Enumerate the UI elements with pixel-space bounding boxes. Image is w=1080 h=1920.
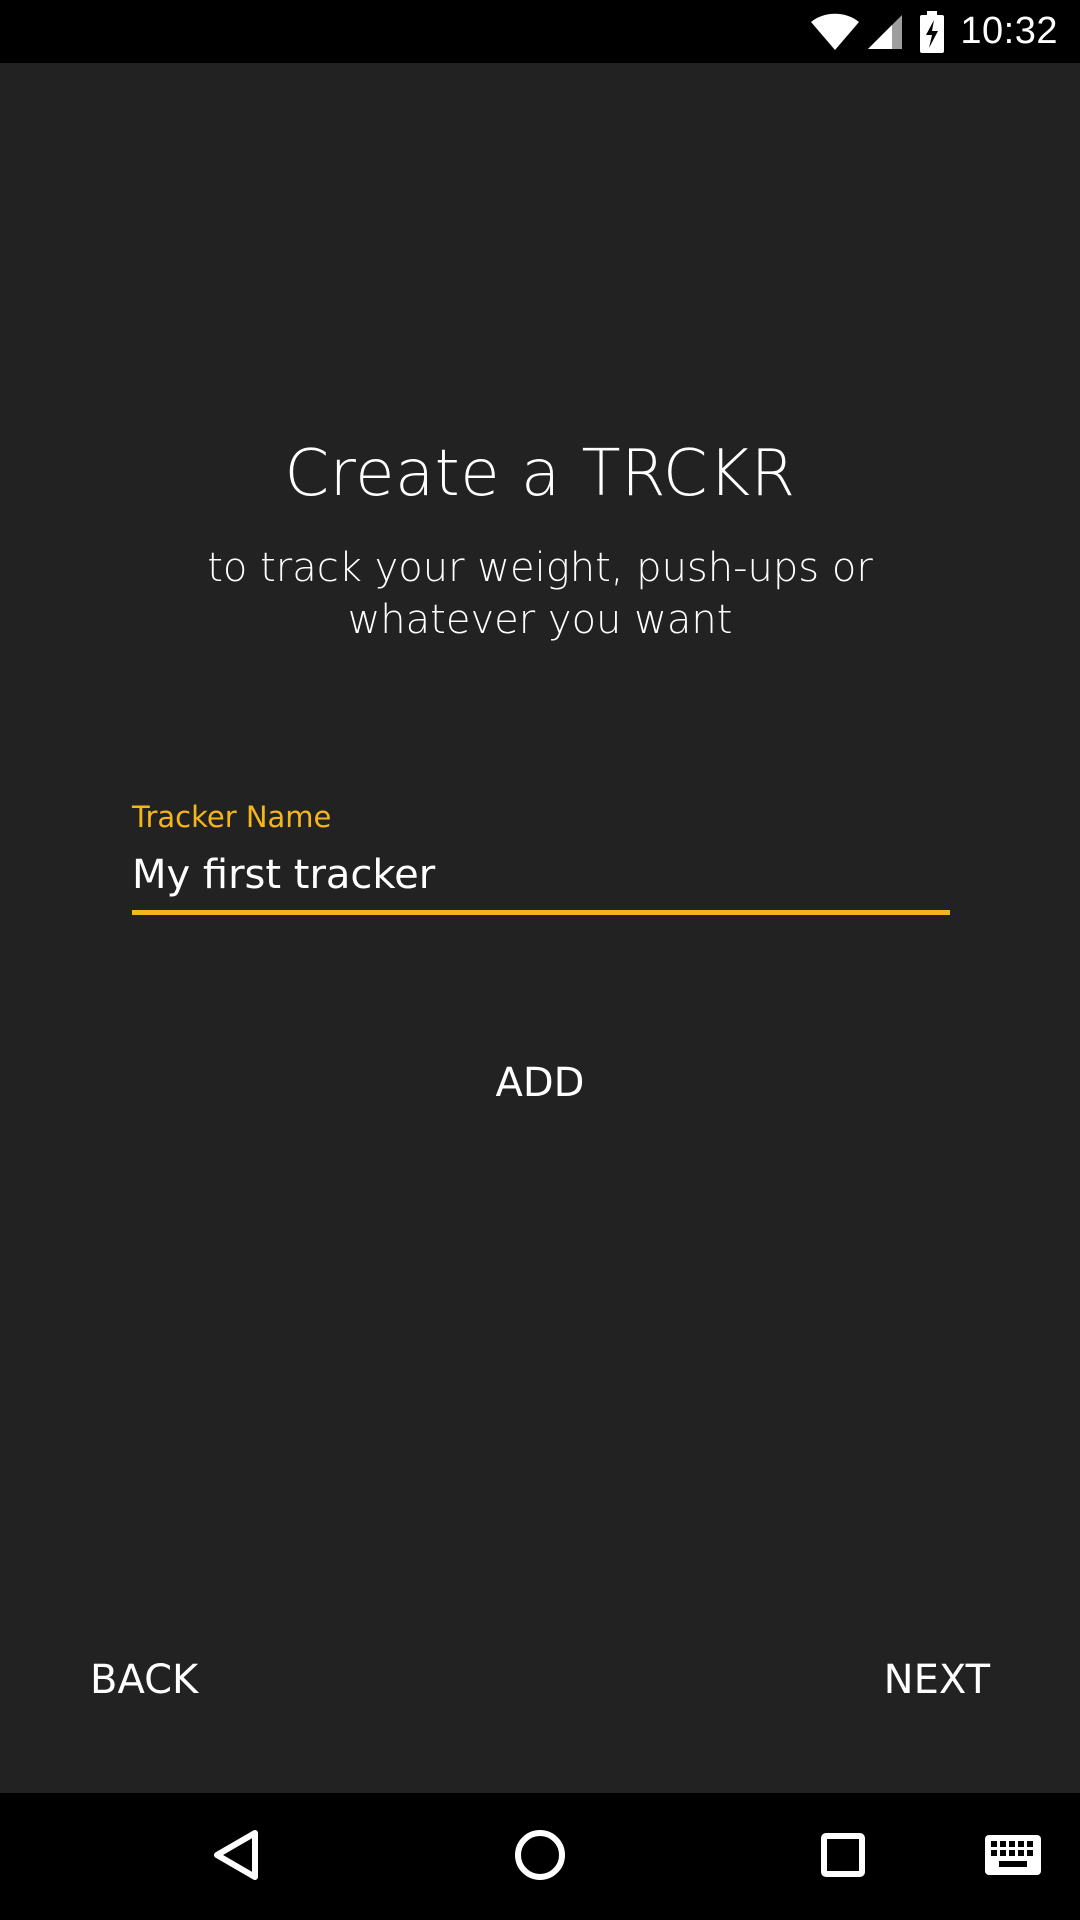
- home-circle-icon: [514, 1829, 566, 1885]
- add-button[interactable]: ADD: [440, 1043, 640, 1123]
- onboarding-screen: [0, 63, 1080, 1793]
- tracker-name-input[interactable]: [132, 848, 950, 915]
- cellular-signal-icon: [866, 13, 904, 51]
- keyboard-icon: [985, 1834, 1041, 1879]
- next-button[interactable]: NEXT: [800, 1640, 990, 1720]
- wifi-icon: [810, 12, 860, 52]
- tracker-name-label: Tracker Name: [132, 800, 332, 834]
- page-subtitle: to track your weight, push-ups or whatev…: [207, 545, 873, 643]
- back-button[interactable]: BACK: [90, 1640, 290, 1720]
- nav-home-button[interactable]: [500, 1793, 580, 1920]
- nav-back-button[interactable]: [196, 1793, 276, 1920]
- status-icons: 10:32: [810, 0, 1058, 63]
- battery-charging-icon: [920, 10, 945, 53]
- nav-keyboard-button[interactable]: [968, 1793, 1058, 1920]
- status-bar: 10:32: [0, 0, 1080, 63]
- page-title: Create a TRCKR: [284, 437, 796, 511]
- tracker-name-field: Tracker Name: [132, 800, 950, 915]
- status-time: 10:32: [960, 10, 1058, 52]
- recents-square-icon: [820, 1832, 866, 1882]
- back-triangle-icon: [213, 1829, 259, 1885]
- navigation-bar: [0, 1793, 1080, 1920]
- nav-recents-button[interactable]: [803, 1793, 883, 1920]
